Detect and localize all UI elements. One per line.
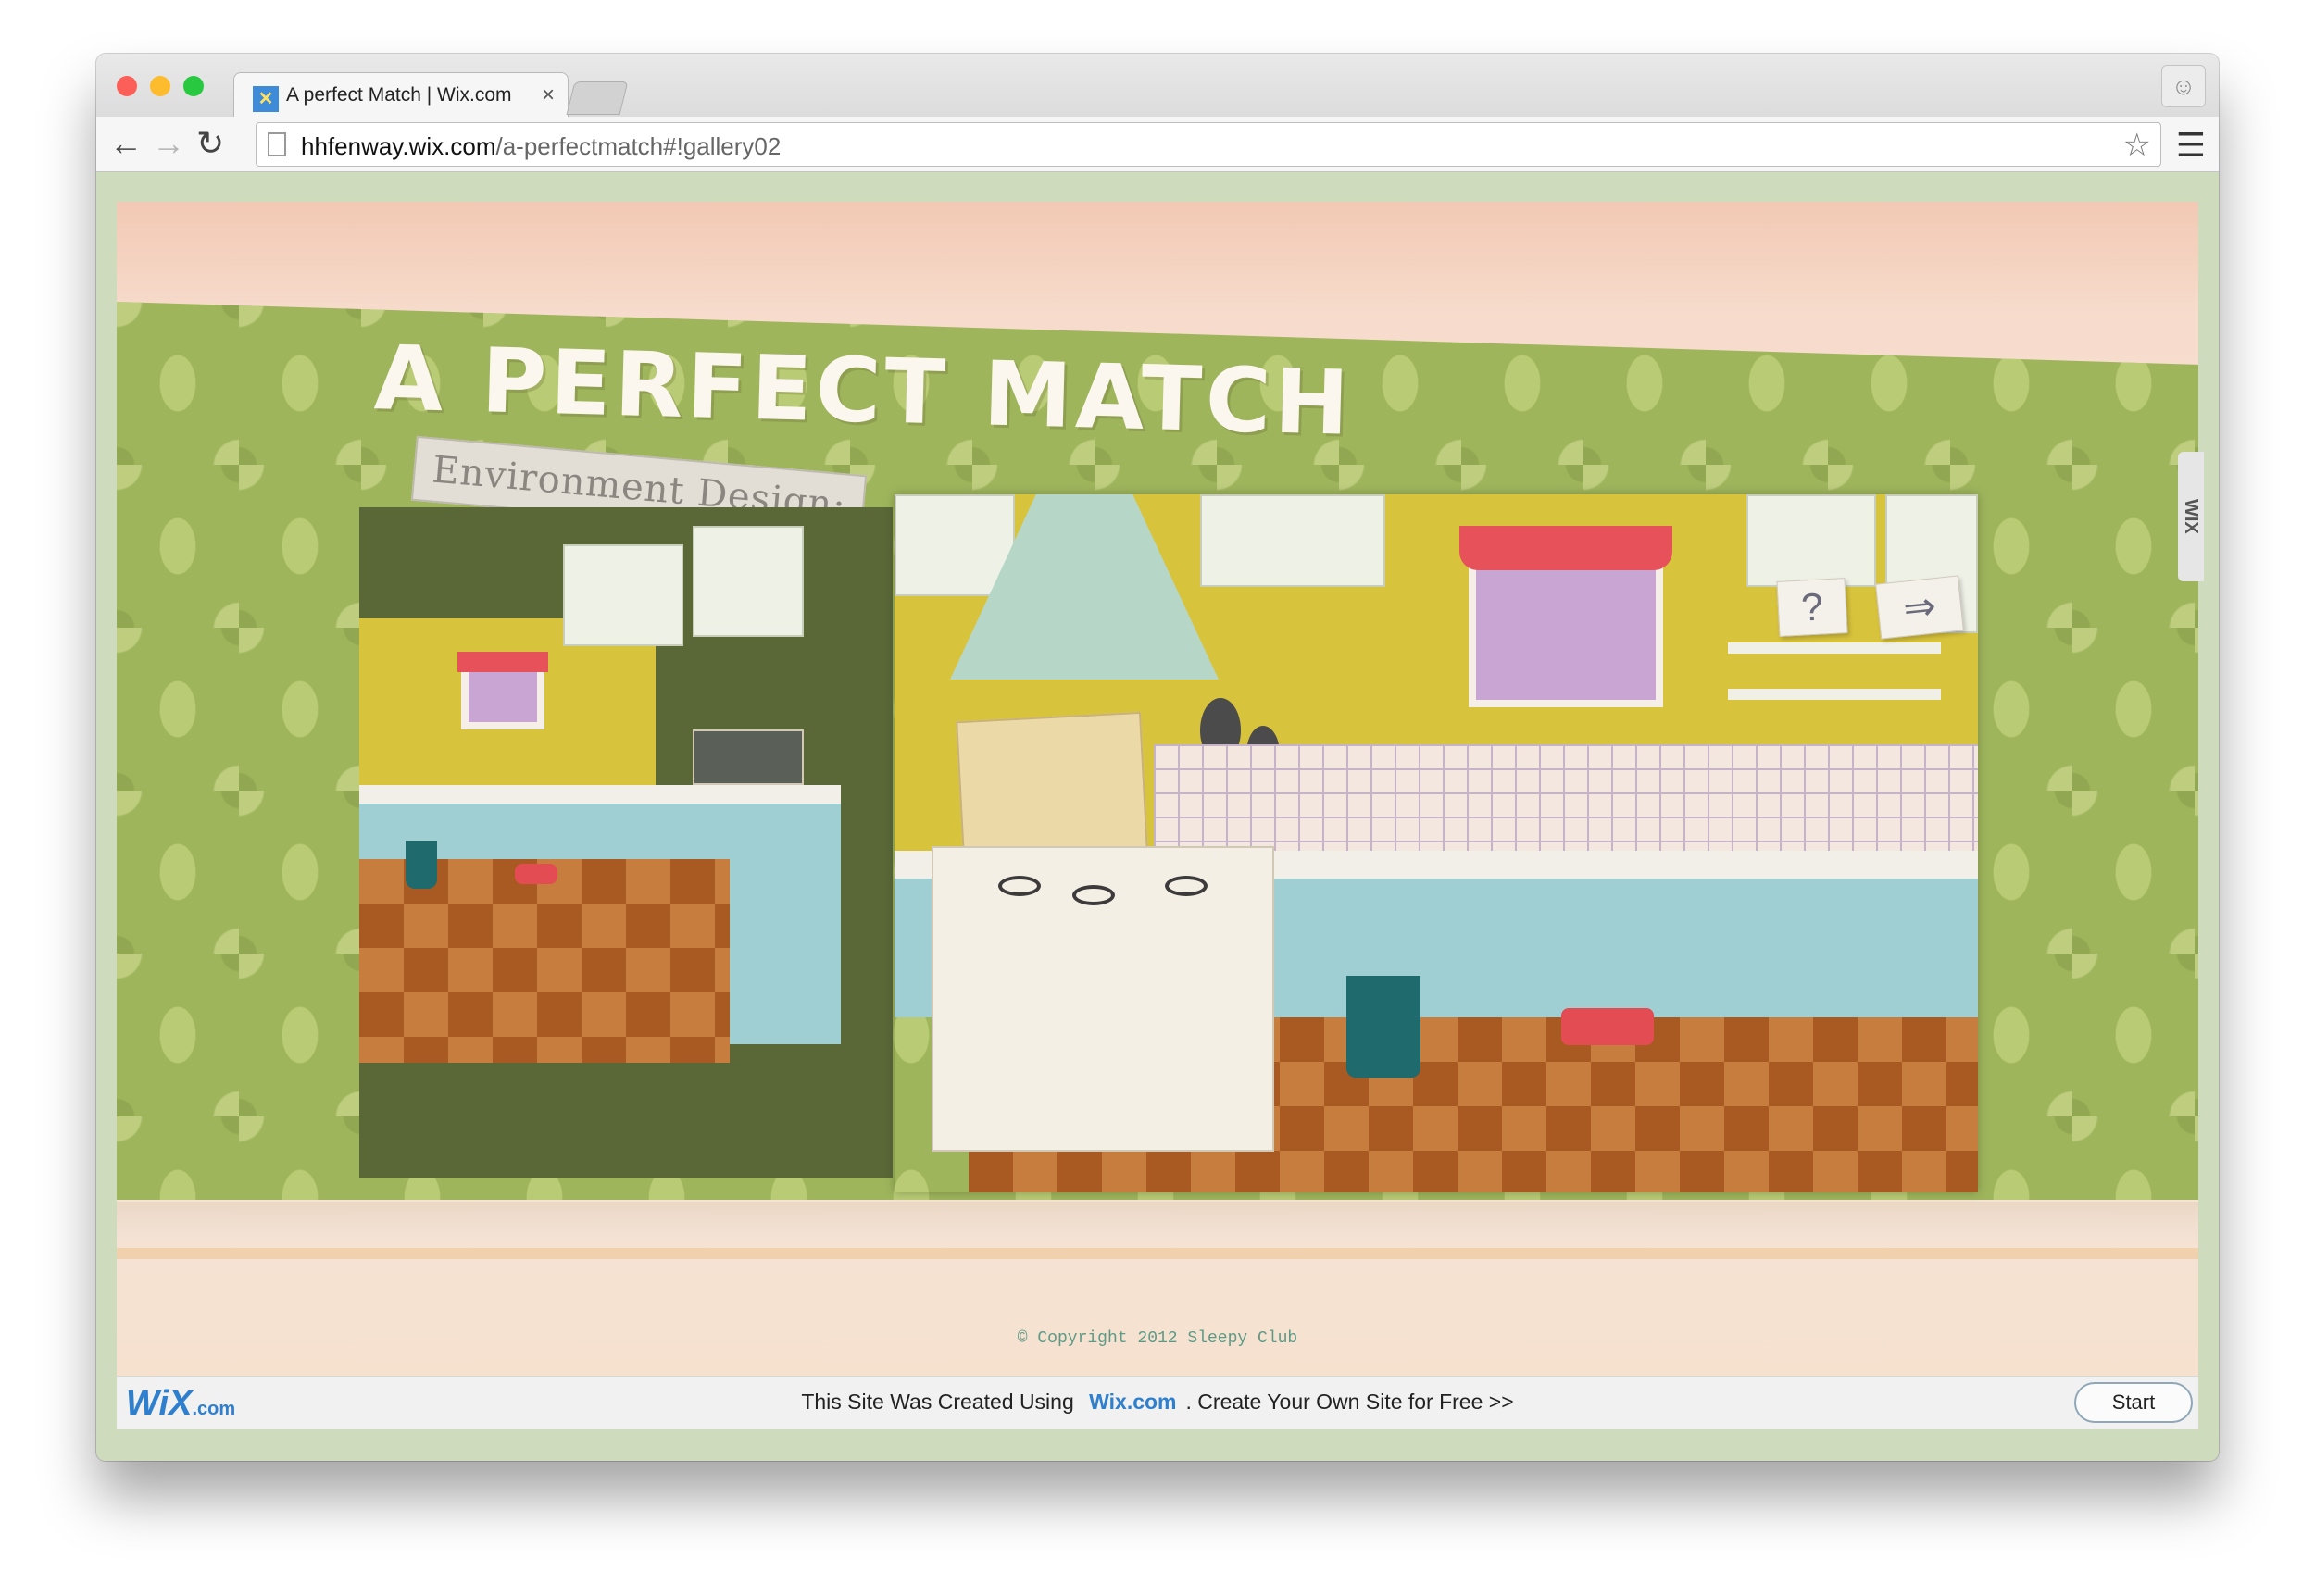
gallery-next-button[interactable]: ⇒ bbox=[1875, 575, 1964, 640]
back-icon[interactable]: ← bbox=[109, 124, 143, 163]
tile-backsplash bbox=[1154, 744, 1978, 855]
wix-link[interactable]: Wix.com bbox=[1080, 1390, 1185, 1414]
stove-burner bbox=[998, 876, 1041, 896]
upper-cabinet bbox=[1200, 494, 1385, 587]
gallery-previous-slide[interactable] bbox=[359, 507, 893, 1178]
new-tab-button[interactable] bbox=[566, 81, 629, 115]
browser-toolbar: ← → ↻ hhfenway.wix.com/a-perfectmatch#!g… bbox=[96, 117, 2219, 172]
promo-text-after[interactable]: . Create Your Own Site for Free >> bbox=[1186, 1390, 1514, 1414]
address-bar[interactable]: hhfenway.wix.com/a-perfectmatch#!gallery… bbox=[256, 122, 2161, 167]
bookmark-star-icon[interactable]: ☆ bbox=[2123, 127, 2151, 164]
url-text[interactable]: hhfenway.wix.com/a-perfectmatch#!gallery… bbox=[301, 132, 781, 161]
pinned-papers bbox=[956, 711, 1148, 861]
tab-title: A perfect Match | Wix.com bbox=[286, 84, 512, 106]
url-host: hhfenway.wix.com bbox=[301, 132, 496, 160]
reload-icon[interactable]: ↻ bbox=[196, 124, 224, 163]
copyright-text: © Copyright 2012 Sleepy Club bbox=[1017, 1329, 1298, 1348]
forward-icon[interactable]: → bbox=[152, 124, 185, 163]
stove bbox=[932, 846, 1274, 1152]
wix-side-badge[interactable]: WIX bbox=[2178, 452, 2204, 581]
close-window-button[interactable] bbox=[117, 76, 137, 96]
browser-tab[interactable]: ✕ A perfect Match | Wix.com × bbox=[233, 72, 569, 118]
question-icon: ? bbox=[1800, 584, 1824, 630]
promo-text: This Site Was Created Using Wix.com. Cre… bbox=[117, 1390, 2198, 1415]
page-viewport: A PERFECT MATCH Environment Design: ? ⇒ … bbox=[96, 172, 2219, 1461]
profile-icon[interactable]: ☺ bbox=[2161, 65, 2206, 107]
menu-icon[interactable]: ☰ bbox=[2176, 126, 2206, 165]
page-icon bbox=[268, 132, 286, 156]
kitchen-cabinet bbox=[693, 526, 804, 637]
microwave bbox=[693, 729, 804, 785]
stove-burner bbox=[1165, 876, 1208, 896]
red-stool bbox=[1561, 1008, 1654, 1045]
stool bbox=[515, 864, 557, 884]
arrow-right-icon: ⇒ bbox=[1900, 583, 1938, 630]
kitchen-cabinet bbox=[563, 544, 683, 646]
gallery-prev-button[interactable]: ? bbox=[1776, 578, 1848, 637]
promo-text-before: This Site Was Created Using bbox=[801, 1390, 1074, 1414]
kitchen-side-cabinets bbox=[730, 804, 841, 1044]
trash-bin bbox=[1346, 976, 1420, 1078]
wix-promo-bar: WiX.com This Site Was Created Using Wix.… bbox=[117, 1376, 2198, 1429]
kitchen-counter bbox=[359, 785, 841, 804]
browser-window: ✕ A perfect Match | Wix.com × ☺ ← → ↻ hh… bbox=[96, 54, 2219, 1461]
minimize-window-button[interactable] bbox=[150, 76, 170, 96]
title-bar: ✕ A perfect Match | Wix.com × ☺ bbox=[96, 54, 2219, 118]
kitchen-floor bbox=[359, 859, 730, 1063]
trash-bin bbox=[406, 841, 437, 889]
start-button[interactable]: Start bbox=[2074, 1382, 2193, 1423]
floor-stripe bbox=[117, 1248, 2198, 1259]
window-valance bbox=[457, 652, 548, 672]
zoom-window-button[interactable] bbox=[183, 76, 204, 96]
wall-shelf bbox=[1728, 642, 1941, 654]
floor-reflection bbox=[117, 1202, 2198, 1239]
stove-burner bbox=[1072, 885, 1115, 905]
tab-close-icon[interactable]: × bbox=[542, 82, 555, 108]
wix-favicon-icon: ✕ bbox=[253, 86, 279, 112]
url-path: /a-perfectmatch#!gallery02 bbox=[495, 132, 782, 160]
window-valance bbox=[1459, 526, 1672, 570]
upper-cabinet bbox=[1746, 494, 1876, 587]
wall-shelf bbox=[1728, 689, 1941, 700]
